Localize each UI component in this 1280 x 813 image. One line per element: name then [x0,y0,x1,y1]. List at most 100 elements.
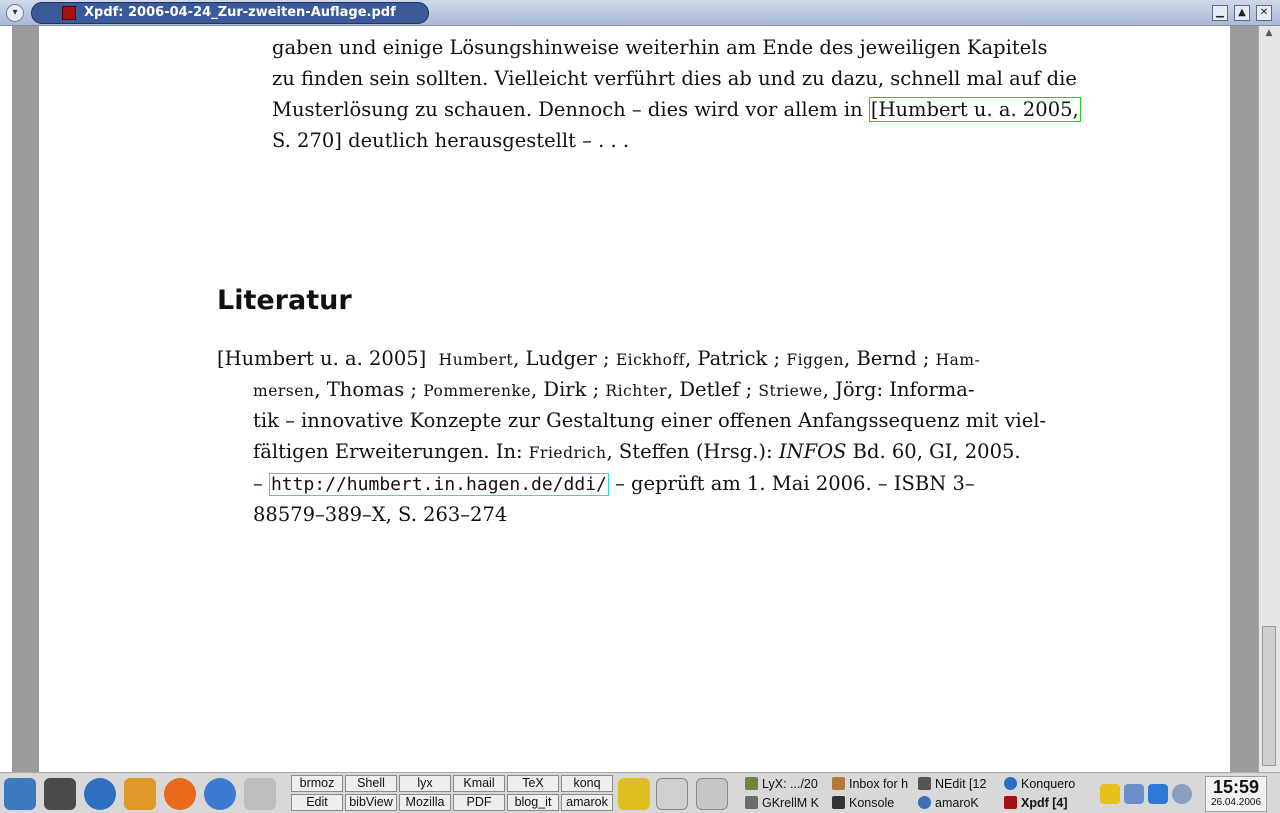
author-striewe: Striewe [758,382,823,400]
ref-text: , Patrick ; [684,347,787,370]
ref-text: , Dirk ; [531,378,606,401]
kde-taskbar: brmoz Shell lyx Kmail TeX konq Edit bibV… [0,772,1280,813]
gkrellm-icon [745,796,758,809]
ref-text: – geprüft am 1. Mai 2006. – ISBN 3– [608,472,975,495]
ref-text: fältigen Erweiterungen. In: [253,440,529,463]
citation-link[interactable]: [Humbert u. a. 2005, [868,97,1081,122]
author-eickhoff: Eickhoff [615,351,685,369]
clock-date: 26.04.2006 [1210,797,1262,808]
thunderbird-icon[interactable] [204,778,236,810]
news-icon[interactable] [244,778,276,810]
pager-mozilla[interactable]: Mozilla [399,794,451,811]
tray-network-icon[interactable] [1124,784,1144,804]
globe-icon [1004,777,1017,790]
task-label: GKrellM K [762,796,819,810]
task-label: Konsole [849,796,895,810]
pager-edit[interactable]: Edit [291,794,343,811]
paragraph-line-1: gaben und einige Lösungshinweise weiterh… [272,36,1048,59]
ref-text: , Ludger ; [513,347,616,370]
author-figgen: Figgen [786,351,845,369]
ref-text: Bd. 60, GI, 2005. [846,440,1021,463]
clock[interactable]: 15:59 26.04.2006 [1205,776,1267,812]
url-link[interactable]: http://humbert.in.hagen.de/ddi/ [268,473,609,496]
nedit-icon[interactable] [618,778,650,810]
section-heading-literatur: Literatur [217,285,352,316]
window-title: Xpdf: 2006-04-24_Zur-zweiten-Auflage.pdf [84,5,396,20]
pager-tex[interactable]: TeX [507,775,559,792]
reference-line-6: 88579–389–X, S. 263–274 [253,503,508,526]
minimize-button[interactable]: ▁ [1212,5,1228,21]
pager-bibview[interactable]: bibView [345,794,397,811]
author-humbert: Humbert [438,351,514,369]
pdf-viewer[interactable]: gaben und einige Lösungshinweise weiterh… [0,26,1280,772]
vertical-scrollbar[interactable]: ▲ [1258,26,1280,772]
maximize-button[interactable]: ▲ [1234,5,1250,21]
task-inbox[interactable]: Inbox for h [832,775,916,793]
pdf-page: gaben und einige Lösungshinweise weiterh… [39,26,1230,772]
pager-konq[interactable]: konq [561,775,613,792]
close-button[interactable]: ✕ [1256,5,1272,21]
tray-download-icon[interactable] [1148,784,1168,804]
ref-text: , Steffen (Hrsg.): [606,440,779,463]
reference-key: [Humbert u. a. 2005] [217,347,427,370]
image-viewer-icon[interactable] [696,778,728,810]
task-konsole[interactable]: Konsole [832,794,916,812]
scroll-up-arrow-icon[interactable]: ▲ [1261,28,1277,42]
reference-line-3: tik – innovative Konzepte zur Gestaltung… [253,409,1047,432]
reference-line-2: mersen, Thomas ; Pommerenke, Dirk ; Rich… [253,378,975,403]
lyx-icon [745,777,758,790]
amarok-icon [918,796,931,809]
task-lyx[interactable]: LyX: .../20 [745,775,830,793]
task-label: Konquero [1021,777,1076,791]
window-menu-button[interactable]: ▾ [6,4,24,22]
scrollbar-thumb[interactable] [1262,626,1276,766]
task-label: NEdit [12 [935,777,987,791]
nedit-small-icon [918,777,931,790]
firefox-icon[interactable] [164,778,196,810]
task-label: LyX: .../20 [762,777,818,791]
reference-line-5: – http://humbert.in.hagen.de/ddi/ – gepr… [253,472,975,497]
author-pommerenke: Pommerenke [423,382,532,400]
task-amarok[interactable]: amaroK [918,794,1002,812]
tray-clock-app-icon[interactable] [1172,784,1192,804]
office-icon[interactable] [124,778,156,810]
series-title: INFOS [778,440,847,463]
document-icon[interactable] [656,778,688,810]
konqueror-icon[interactable] [84,778,116,810]
task-xpdf-active[interactable]: Xpdf [4] [1004,794,1088,812]
pdf-icon [62,6,76,20]
task-gkrellm[interactable]: GKrellM K [745,794,830,812]
pager-kmail[interactable]: Kmail [453,775,505,792]
author-hammersen-start: Ham- [935,351,981,369]
right-page-gutter [1230,26,1258,772]
k-menu-icon[interactable] [4,778,36,810]
editor-friedrich: Friedrich [528,444,607,462]
tray-lock-icon[interactable] [1100,784,1120,804]
paragraph-line-2: zu finden sein sollten. Vielleicht verfü… [272,67,1077,90]
task-label: amaroK [935,796,979,810]
pager-pdf[interactable]: PDF [453,794,505,811]
task-nedit[interactable]: NEdit [12 [918,775,1002,793]
pager-amarok[interactable]: amarok [561,794,613,811]
left-edge [0,26,12,772]
window-title-bar-pill: Xpdf: 2006-04-24_Zur-zweiten-Auflage.pdf [31,2,429,24]
author-hammersen-end: mersen [253,382,315,400]
paragraph-line-4: S. 270] deutlich herausgestellt – . . . [272,129,630,152]
pager-shell[interactable]: Shell [345,775,397,792]
ref-text: , Thomas ; [314,378,424,401]
task-label: Inbox for h [849,777,909,791]
left-page-gutter [0,26,39,772]
desktop-icon[interactable] [44,778,76,810]
task-konqueror[interactable]: Konquero [1004,775,1088,793]
ref-text: – [253,472,269,495]
clock-time: 15:59 [1212,777,1260,797]
ref-text: , Bernd ; [844,347,936,370]
window-titlebar: ▾ Xpdf: 2006-04-24_Zur-zweiten-Auflage.p… [0,0,1280,26]
ref-text: , Detlef ; [667,378,759,401]
pager-lyx[interactable]: lyx [399,775,451,792]
pager-blog-it[interactable]: blog_it [507,794,559,811]
pager-brmoz[interactable]: brmoz [291,775,343,792]
pdf-small-icon [1004,796,1017,809]
mail-icon [832,777,845,790]
ref-text: , Jörg: Informa- [822,378,975,401]
